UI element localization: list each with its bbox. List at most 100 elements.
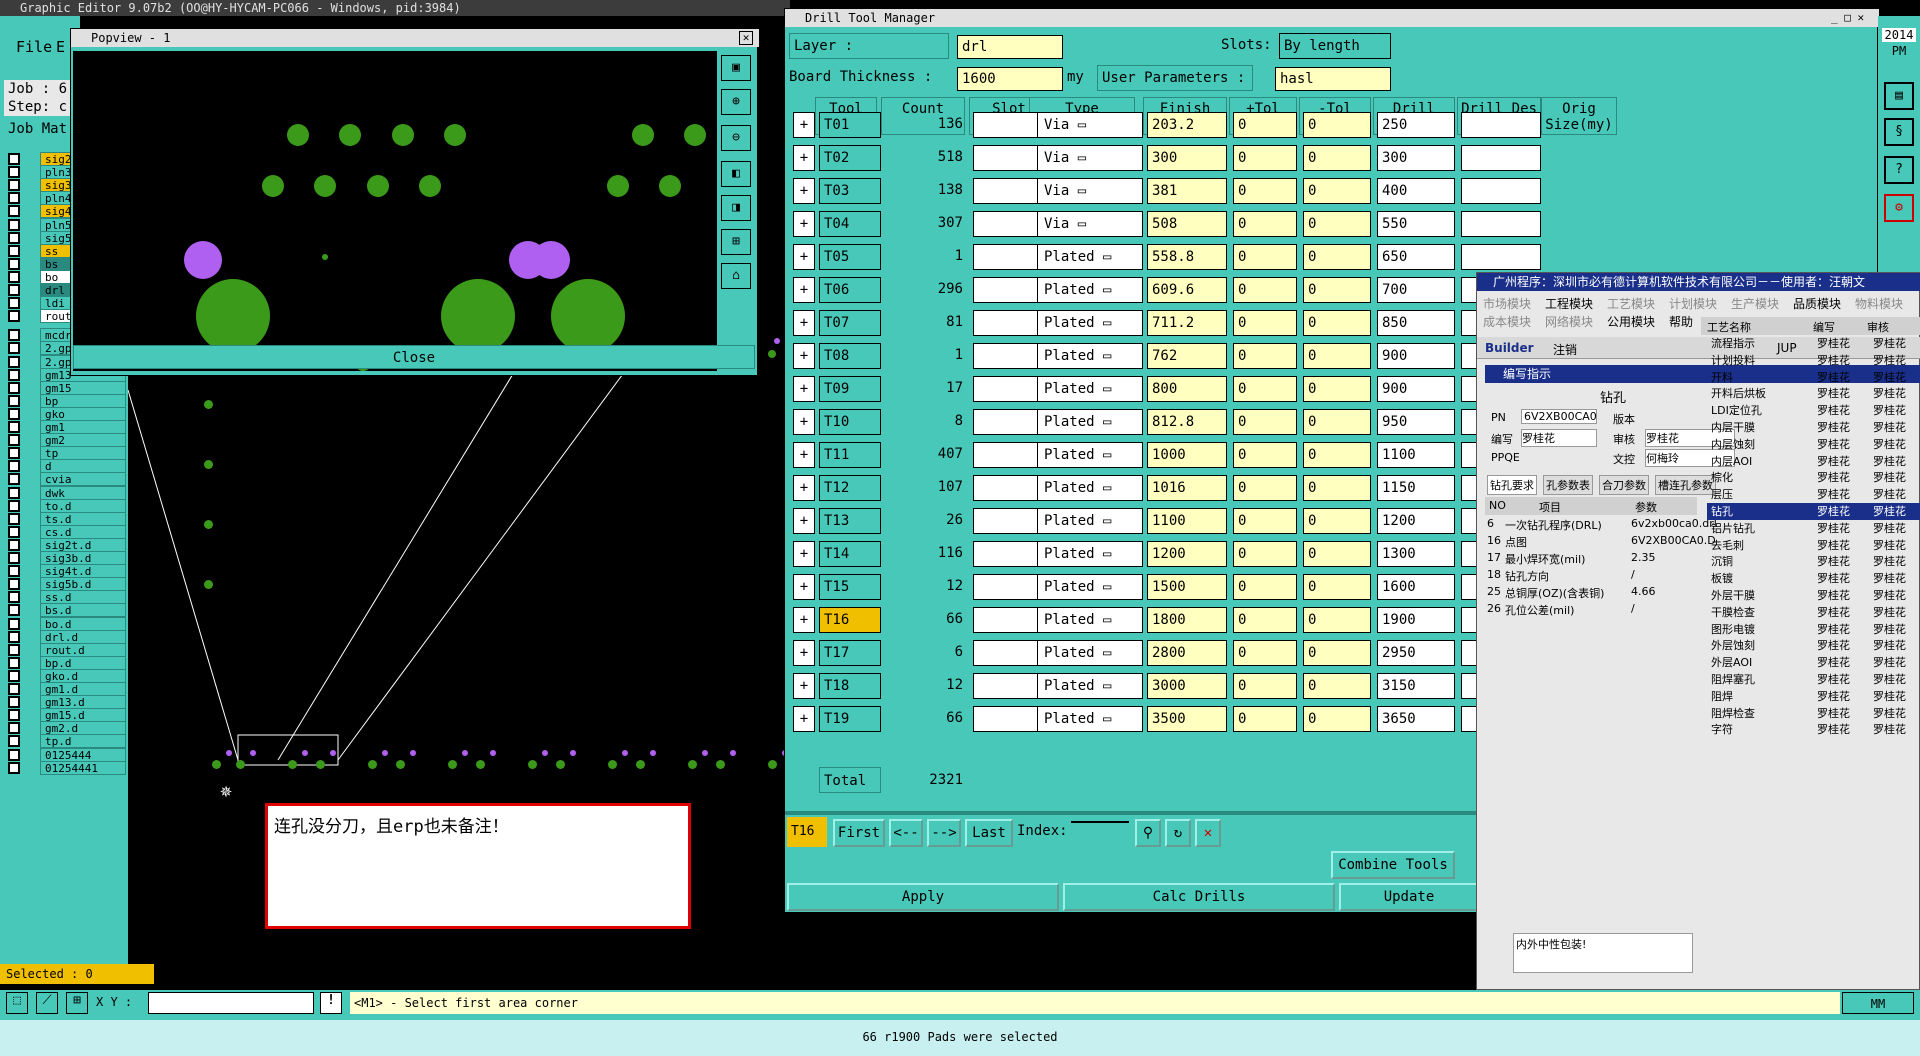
finish-size-field[interactable]: 381	[1147, 178, 1227, 204]
drill-des-field[interactable]	[1461, 211, 1541, 237]
apply-button[interactable]: Apply	[787, 883, 1059, 911]
layer-row[interactable]: sig2t.d	[4, 537, 126, 552]
plus-tol-field[interactable]: 0	[1233, 508, 1297, 534]
layer-checkbox[interactable]	[8, 244, 20, 257]
layer-checkbox[interactable]	[8, 284, 20, 296]
drill-des-field[interactable]	[1461, 178, 1541, 204]
type-dropdown[interactable]: Plated ▭	[1037, 244, 1143, 270]
minus-tol-field[interactable]: 0	[1303, 607, 1371, 633]
plus-tol-field[interactable]: 0	[1233, 442, 1297, 468]
erp-menu-item[interactable]: 公用模块	[1607, 313, 1655, 330]
layer-row[interactable]: gm13.d	[4, 695, 126, 710]
tool-id[interactable]: T10	[819, 409, 881, 435]
zoom-home-icon[interactable]: ⌂	[721, 263, 751, 289]
drill-size-field[interactable]: 400	[1377, 178, 1455, 204]
logout-button[interactable]: 注销	[1553, 341, 1577, 358]
minus-tol-field[interactable]: 0	[1303, 442, 1371, 468]
help-icon[interactable]: ?	[1884, 156, 1914, 184]
expand-icon[interactable]: +	[793, 409, 815, 435]
finish-size-field[interactable]: 3500	[1147, 706, 1227, 732]
minus-tol-field[interactable]: 0	[1303, 112, 1371, 138]
finish-size-field[interactable]: 1016	[1147, 475, 1227, 501]
close-icon[interactable]: ✕	[739, 31, 753, 45]
plus-tol-field[interactable]: 0	[1233, 640, 1297, 666]
type-dropdown[interactable]: Via ▭	[1037, 145, 1143, 171]
layer-checkbox[interactable]	[8, 381, 20, 394]
type-dropdown[interactable]: Plated ▭	[1037, 475, 1143, 501]
drill-size-field[interactable]: 1600	[1377, 574, 1455, 600]
layer-field[interactable]: drl	[957, 35, 1063, 59]
drill-size-field[interactable]: 300	[1377, 145, 1455, 171]
layer-checkbox[interactable]	[8, 512, 20, 525]
process-row[interactable]: 阻焊塞孔 罗桂花 罗桂花	[1707, 671, 1920, 688]
process-row[interactable]: 铝片钻孔 罗桂花 罗桂花	[1707, 520, 1920, 537]
erp-menu-item[interactable]: 计划模块	[1669, 295, 1717, 312]
layer-checkbox[interactable]	[8, 153, 20, 165]
drill-size-field[interactable]: 900	[1377, 343, 1455, 369]
expand-icon[interactable]: +	[793, 211, 815, 237]
select-icon[interactable]: ⬚	[6, 992, 28, 1014]
layer-checkbox[interactable]	[8, 656, 20, 669]
finish-size-field[interactable]: 300	[1147, 145, 1227, 171]
layer-checkbox[interactable]	[8, 231, 20, 244]
menu-file[interactable]: File	[16, 38, 52, 56]
layer-checkbox[interactable]	[8, 473, 20, 486]
layer-checkbox[interactable]	[8, 297, 20, 310]
layer-checkbox[interactable]	[8, 205, 20, 218]
tool-id[interactable]: T07	[819, 310, 881, 336]
layer-row[interactable]: gm1.d	[4, 682, 126, 696]
minus-tol-field[interactable]: 0	[1303, 673, 1371, 699]
plus-tol-field[interactable]: 0	[1233, 145, 1297, 171]
plus-tol-field[interactable]: 0	[1233, 211, 1297, 237]
tool-id[interactable]: T18	[819, 673, 881, 699]
minus-tol-field[interactable]: 0	[1303, 706, 1371, 732]
layer-row[interactable]: gko	[4, 406, 126, 421]
minus-tol-field[interactable]: 0	[1303, 145, 1371, 171]
search-icon[interactable]: ⚲	[1135, 819, 1161, 847]
drill-size-field[interactable]: 900	[1377, 376, 1455, 402]
erp-menu-item[interactable]: 品质模块	[1793, 295, 1841, 312]
tool-id[interactable]: T17	[819, 640, 881, 666]
layer-row[interactable]: sig5b.d	[4, 577, 126, 592]
tool-id[interactable]: T11	[819, 442, 881, 468]
expand-icon[interactable]: +	[793, 112, 815, 138]
layer-row[interactable]: gm15.d	[4, 708, 126, 723]
grid-icon[interactable]: ⊞	[66, 992, 88, 1014]
type-dropdown[interactable]: Plated ▭	[1037, 343, 1143, 369]
plus-tol-field[interactable]: 0	[1233, 607, 1297, 633]
finish-size-field[interactable]: 711.2	[1147, 310, 1227, 336]
tool-id[interactable]: T14	[819, 541, 881, 567]
type-dropdown[interactable]: Plated ▭	[1037, 376, 1143, 402]
process-row[interactable]: 计划投料 罗桂花 罗桂花	[1707, 352, 1920, 369]
layer-checkbox[interactable]	[8, 604, 20, 617]
drill-size-field[interactable]: 2950	[1377, 640, 1455, 666]
expand-icon[interactable]: +	[793, 640, 815, 666]
layer-row[interactable]: cs.d	[4, 524, 126, 539]
plus-tol-field[interactable]: 0	[1233, 475, 1297, 501]
minus-tol-field[interactable]: 0	[1303, 244, 1371, 270]
layer-row[interactable]: rout.d	[4, 642, 126, 657]
layer-row[interactable]: sig4t.d	[4, 564, 126, 579]
tool-id[interactable]: T01	[819, 112, 881, 138]
layer-row[interactable]: dwk	[4, 485, 126, 500]
process-row[interactable]: 钻孔 罗桂花 罗桂花	[1707, 503, 1920, 520]
tool-id[interactable]: T08	[819, 343, 881, 369]
plus-tol-field[interactable]: 0	[1233, 112, 1297, 138]
type-dropdown[interactable]: Via ▭	[1037, 211, 1143, 237]
drill-size-field[interactable]: 1900	[1377, 607, 1455, 633]
expand-icon[interactable]: +	[793, 574, 815, 600]
process-row[interactable]: 图形电镀 罗桂花 罗桂花	[1707, 621, 1920, 638]
layer-checkbox[interactable]	[8, 394, 20, 407]
expand-icon[interactable]: +	[793, 442, 815, 468]
layer-row[interactable]: ts.d	[4, 511, 126, 526]
pan-right-icon[interactable]: ◨	[721, 195, 751, 221]
drill-size-field[interactable]: 1150	[1377, 475, 1455, 501]
alert-icon[interactable]: !	[320, 992, 342, 1014]
layer-row[interactable]: bo.d	[4, 616, 126, 631]
finish-size-field[interactable]: 508	[1147, 211, 1227, 237]
layer-checkbox[interactable]	[8, 218, 20, 231]
drill-size-field[interactable]: 550	[1377, 211, 1455, 237]
popview-close-button[interactable]: Close	[73, 345, 755, 369]
layer-row[interactable]: tp.d	[4, 734, 126, 749]
user-params-field[interactable]: hasl	[1275, 67, 1391, 91]
